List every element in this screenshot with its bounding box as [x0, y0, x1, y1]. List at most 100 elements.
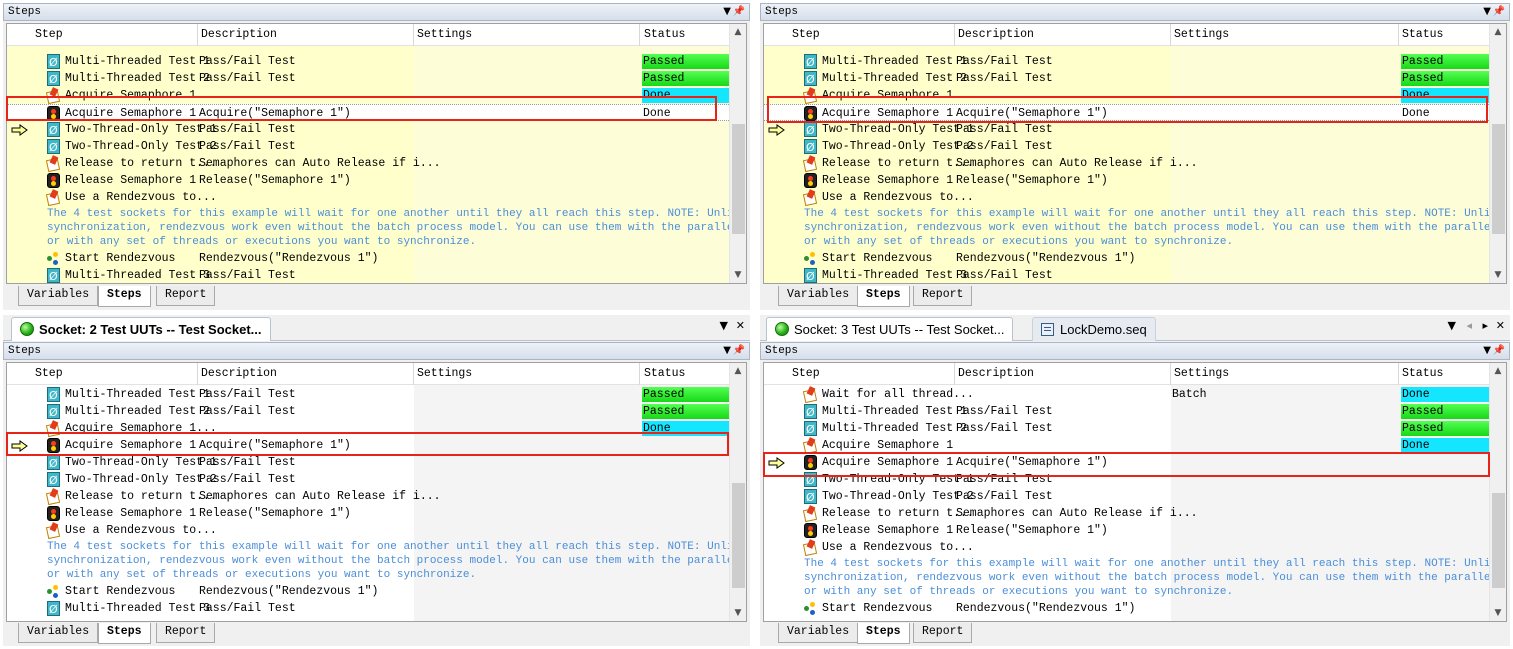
- scroll-thumb[interactable]: [732, 483, 745, 588]
- scroll-up-icon[interactable]: ▲: [1490, 363, 1506, 379]
- tab-report[interactable]: Report: [156, 286, 216, 306]
- dropdown-icon[interactable]: ▼: [1483, 343, 1491, 359]
- table-row[interactable]: Use a Rendezvous to...: [764, 189, 1489, 206]
- col-status-header[interactable]: Status: [644, 367, 685, 380]
- table-row[interactable]: Two-Thread-Only Test 2Pass/Fail Test: [764, 488, 1489, 506]
- col-description-header[interactable]: Description: [201, 367, 277, 380]
- table-row[interactable]: Multi-Threaded Test 3Pass/Fail Test: [7, 267, 729, 283]
- vertical-scrollbar[interactable]: ▲ ▼: [729, 24, 746, 283]
- table-row[interactable]: Acquire Semaphore 1 Done: [7, 87, 729, 104]
- tab-dropdown-icon[interactable]: ▼: [720, 319, 728, 332]
- pin-icon[interactable]: 📌: [733, 4, 745, 20]
- pin-icon[interactable]: 📌: [1493, 4, 1505, 20]
- tab-steps[interactable]: Steps: [98, 623, 151, 644]
- scroll-down-icon[interactable]: ▼: [1490, 605, 1506, 621]
- tab-lockdemo[interactable]: LockDemo.seq: [1032, 317, 1156, 341]
- tab-report[interactable]: Report: [913, 286, 973, 306]
- table-row[interactable]: Release Semaphore 1 Release("Semaphore 1"…: [764, 172, 1489, 189]
- scroll-left-icon[interactable]: ◂: [1466, 319, 1472, 332]
- vertical-scrollbar[interactable]: ▲ ▼: [729, 363, 746, 621]
- table-row[interactable]: Release Semaphore 1 Release("Semaphore 1"…: [764, 522, 1489, 539]
- col-description-header[interactable]: Description: [958, 28, 1034, 41]
- table-row[interactable]: Two-Thread-Only Test 1Pass/Fail Test: [764, 471, 1489, 489]
- table-row[interactable]: Use a Rendezvous to...: [764, 539, 1489, 556]
- col-settings-header[interactable]: Settings: [417, 367, 472, 380]
- table-row[interactable]: Release to return t... Semaphores can Aut…: [764, 155, 1489, 172]
- table-row-current[interactable]: Acquire Semaphore 1 Acquire("Semaphore 1"…: [7, 104, 729, 121]
- table-row[interactable]: Multi-Threaded Test 3Pass/Fail Test: [764, 267, 1489, 283]
- table-row[interactable]: Two-Thread-Only Test 2Pass/Fail Test: [7, 138, 729, 156]
- scroll-down-icon[interactable]: ▼: [730, 267, 746, 283]
- table-row[interactable]: Multi-Threaded Test 2Pass/Fail TestPasse…: [7, 403, 729, 421]
- table-row[interactable]: Two-Thread-Only Test 1Pass/Fail Test: [7, 454, 729, 472]
- scroll-up-icon[interactable]: ▲: [1490, 24, 1506, 40]
- col-step-header[interactable]: Step: [792, 28, 820, 41]
- col-step-header[interactable]: Step: [792, 367, 820, 380]
- table-row[interactable]: Release to return t... Semaphores can Aut…: [7, 155, 729, 172]
- tab-variables[interactable]: Variables: [18, 286, 99, 306]
- table-row[interactable]: Start Rendezvous Rendezvous("Rendezvous 1…: [764, 600, 1489, 617]
- col-status-header[interactable]: Status: [644, 28, 685, 41]
- table-row[interactable]: Two-Thread-Only Test 1Pass/Fail Test: [764, 121, 1489, 139]
- table-row[interactable]: Start Rendezvous Rendezvous("Rendezvous 1…: [764, 250, 1489, 267]
- tab-socket-3[interactable]: Socket: 3 Test UUTs -- Test Socket...: [766, 317, 1014, 341]
- tab-variables[interactable]: Variables: [778, 286, 859, 306]
- col-status-header[interactable]: Status: [1402, 367, 1443, 380]
- pin-icon[interactable]: 📌: [1493, 343, 1505, 359]
- table-row[interactable]: Start Rendezvous Rendezvous("Rendezvous 1…: [7, 583, 729, 600]
- table-row[interactable]: Two-Thread-Only Test 1Pass/Fail Test: [7, 121, 729, 139]
- col-description-header[interactable]: Description: [201, 28, 277, 41]
- scroll-down-icon[interactable]: ▼: [730, 605, 746, 621]
- table-row[interactable]: Multi-Threaded Test 1Pass/Fail TestPasse…: [764, 403, 1489, 421]
- table-row[interactable]: Release Semaphore 1 Release("Semaphore 1"…: [7, 172, 729, 189]
- table-row[interactable]: Multi-Threaded Test 2Pass/Fail TestPasse…: [764, 420, 1489, 438]
- table-row[interactable]: Acquire Semaphore 1... Done: [7, 420, 729, 437]
- table-row[interactable]: Release to return t... Semaphores can Aut…: [7, 488, 729, 505]
- vertical-scrollbar[interactable]: ▲ ▼: [1489, 24, 1506, 283]
- col-settings-header[interactable]: Settings: [417, 28, 472, 41]
- table-row[interactable]: Two-Thread-Only Test 2Pass/Fail Test: [764, 138, 1489, 156]
- table-row[interactable]: Multi-Threaded Test 1Pass/Fail TestPasse…: [7, 53, 729, 71]
- table-row[interactable]: Multi-Threaded Test 1Pass/Fail TestPasse…: [7, 386, 729, 404]
- tab-variables[interactable]: Variables: [18, 623, 99, 643]
- table-row[interactable]: Two-Thread-Only Test 2Pass/Fail Test: [7, 471, 729, 489]
- dropdown-icon[interactable]: ▼: [723, 343, 731, 359]
- tab-steps[interactable]: Steps: [98, 286, 151, 307]
- scroll-right-icon[interactable]: ▸: [1482, 319, 1488, 332]
- scroll-thumb[interactable]: [1492, 493, 1505, 588]
- table-row[interactable]: Multi-Threaded Test 2Pass/Fail TestPasse…: [7, 70, 729, 88]
- dropdown-icon[interactable]: ▼: [723, 4, 731, 20]
- table-row[interactable]: Acquire Semaphore 1 Done: [764, 437, 1489, 454]
- table-row[interactable]: Use a Rendezvous to...: [7, 189, 729, 206]
- tab-steps[interactable]: Steps: [857, 286, 910, 307]
- table-row[interactable]: Wait for all thread... Batch Done: [764, 386, 1489, 403]
- table-row-current[interactable]: Acquire Semaphore 1 Acquire("Semaphore 1"…: [764, 104, 1489, 121]
- table-row[interactable]: Release Semaphore 1 Release("Semaphore 1"…: [7, 505, 729, 522]
- tab-variables[interactable]: Variables: [778, 623, 859, 643]
- scroll-up-icon[interactable]: ▲: [730, 24, 746, 40]
- dropdown-icon[interactable]: ▼: [1483, 4, 1491, 20]
- table-row[interactable]: Use a Rendezvous to...: [7, 522, 729, 539]
- table-row[interactable]: Start Rendezvous Rendezvous("Rendezvous 1…: [7, 250, 729, 267]
- table-row-current[interactable]: Acquire Semaphore 1 Acquire("Semaphore 1"…: [7, 437, 729, 454]
- col-description-header[interactable]: Description: [958, 367, 1034, 380]
- table-row[interactable]: Release to return t... Semaphores can Aut…: [764, 505, 1489, 522]
- col-status-header[interactable]: Status: [1402, 28, 1443, 41]
- tab-report[interactable]: Report: [156, 623, 216, 643]
- table-row[interactable]: Multi-Threaded Test 3Pass/Fail Test: [7, 600, 729, 618]
- close-icon[interactable]: ✕: [736, 319, 745, 332]
- pin-icon[interactable]: 📌: [733, 343, 745, 359]
- tab-socket-2[interactable]: Socket: 2 Test UUTs -- Test Socket...: [11, 317, 271, 341]
- scroll-down-icon[interactable]: ▼: [1490, 267, 1506, 283]
- scroll-thumb[interactable]: [732, 124, 745, 234]
- tab-report[interactable]: Report: [913, 623, 973, 643]
- table-row[interactable]: Acquire Semaphore 1 Done: [764, 87, 1489, 104]
- table-row[interactable]: Multi-Threaded Test 2Pass/Fail TestPasse…: [764, 70, 1489, 88]
- col-step-header[interactable]: Step: [35, 367, 63, 380]
- col-step-header[interactable]: Step: [35, 28, 63, 41]
- close-icon[interactable]: ✕: [1496, 319, 1505, 332]
- table-row[interactable]: Multi-Threaded Test 1Pass/Fail TestPasse…: [764, 53, 1489, 71]
- scroll-up-icon[interactable]: ▲: [730, 363, 746, 379]
- tab-dropdown-icon[interactable]: ▼: [1448, 319, 1456, 332]
- vertical-scrollbar[interactable]: ▲ ▼: [1489, 363, 1506, 621]
